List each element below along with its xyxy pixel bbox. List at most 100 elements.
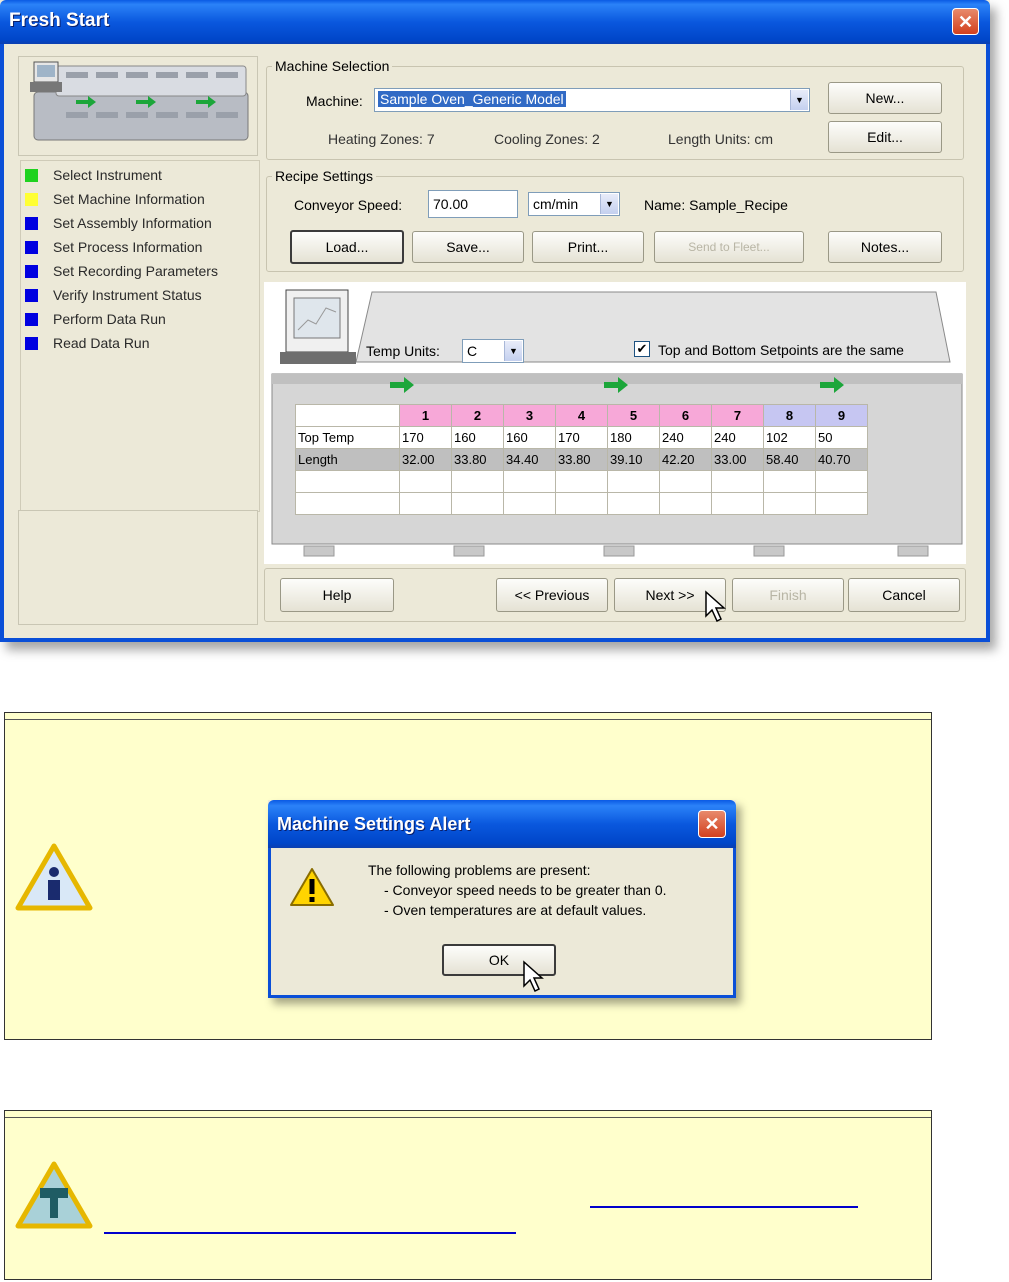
table-cell[interactable] — [815, 470, 868, 493]
table-cell[interactable]: 180 — [607, 426, 660, 449]
table-row: Length 32.00 33.80 34.40 33.80 39.10 42.… — [295, 448, 868, 471]
table-cell[interactable] — [399, 492, 452, 515]
table-cell[interactable] — [555, 492, 608, 515]
machine-label: Machine: — [306, 93, 363, 109]
table-cell[interactable]: 102 — [763, 426, 816, 449]
table-cell[interactable] — [815, 492, 868, 515]
table-cell[interactable]: 34.40 — [503, 448, 556, 471]
save-button[interactable]: Save... — [412, 231, 524, 263]
monitor-icon — [280, 289, 356, 364]
load-button[interactable]: Load... — [290, 230, 404, 264]
alert-line-1: The following problems are present: — [368, 862, 591, 878]
table-cell[interactable]: 32.00 — [399, 448, 452, 471]
row-label — [295, 492, 400, 515]
table-cell[interactable]: 39.10 — [607, 448, 660, 471]
table-cell[interactable] — [711, 470, 764, 493]
notes-button[interactable]: Notes... — [828, 231, 942, 263]
same-setpoints-checkbox[interactable]: ✔ — [634, 341, 650, 357]
mouse-pointer-icon — [523, 960, 544, 993]
table-cell[interactable]: 170 — [555, 426, 608, 449]
finish-button[interactable]: Finish — [732, 578, 844, 612]
table-cell[interactable]: 33.00 — [711, 448, 764, 471]
speed-units-select[interactable]: cm/min ▼ — [528, 192, 620, 216]
send-to-fleet-button[interactable]: Send to Fleet... — [654, 231, 804, 263]
zone-header: 6 — [659, 404, 712, 427]
zone-header: 8 — [763, 404, 816, 427]
step-status-icon — [25, 193, 38, 206]
reflow-oven-icon — [30, 61, 249, 141]
table-cell[interactable]: 33.80 — [451, 448, 504, 471]
zone-header: 1 — [399, 404, 452, 427]
edit-machine-button[interactable]: Edit... — [828, 121, 942, 153]
print-button[interactable]: Print... — [532, 231, 644, 263]
help-button[interactable]: Help — [280, 578, 394, 612]
link-underline[interactable] — [104, 1232, 516, 1234]
zone-header: 9 — [815, 404, 868, 427]
mouse-pointer-icon — [705, 590, 726, 623]
chevron-down-icon[interactable]: ▼ — [600, 194, 618, 214]
close-button[interactable]: ✕ — [952, 8, 979, 35]
table-cell[interactable] — [659, 492, 712, 515]
zone-header: 2 — [451, 404, 504, 427]
tip-note-box — [4, 1110, 932, 1280]
length-units-text: Length Units: cm — [668, 131, 774, 147]
speed-units-value: cm/min — [533, 196, 579, 212]
table-cell[interactable]: 240 — [659, 426, 712, 449]
previous-button[interactable]: << Previous — [496, 578, 608, 612]
alert-line-3: - Oven temperatures are at default value… — [384, 902, 647, 918]
recipe-name-text: Name: Sample_Recipe — [644, 197, 788, 213]
new-machine-button[interactable]: New... — [828, 82, 942, 114]
table-cell[interactable] — [763, 492, 816, 515]
machine-selection-legend: Machine Selection — [272, 58, 393, 74]
table-cell[interactable]: 240 — [711, 426, 764, 449]
table-cell[interactable] — [503, 470, 556, 493]
zone-header: 7 — [711, 404, 764, 427]
wizard-steps-list: Select Instrument Set Machine Informatio… — [20, 160, 260, 512]
divider — [5, 719, 931, 720]
table-cell[interactable]: 170 — [399, 426, 452, 449]
conveyor-speed-label: Conveyor Speed: — [294, 197, 403, 213]
table-cell[interactable] — [607, 492, 660, 515]
table-cell[interactable] — [503, 492, 556, 515]
alert-close-button[interactable]: ✕ — [698, 810, 726, 838]
machine-select[interactable]: Sample Oven_Generic Model ▼ — [374, 88, 810, 112]
cancel-button[interactable]: Cancel — [848, 578, 960, 612]
chevron-down-icon[interactable]: ▼ — [504, 341, 522, 361]
table-cell[interactable]: 40.70 — [815, 448, 868, 471]
fresh-start-window: Fresh Start ✕ Select Instrument Set Mach… — [0, 0, 990, 642]
table-cell[interactable] — [711, 492, 764, 515]
zone-header-row: 1 2 3 4 5 6 7 8 9 — [295, 404, 868, 427]
table-cell[interactable] — [555, 470, 608, 493]
table-cell[interactable]: 160 — [503, 426, 556, 449]
temp-units-label: Temp Units: — [366, 343, 440, 359]
same-setpoints-label: Top and Bottom Setpoints are the same — [658, 342, 904, 358]
table-corner-cell — [295, 404, 400, 427]
table-cell[interactable] — [451, 470, 504, 493]
step-status-icon — [25, 313, 38, 326]
table-cell[interactable] — [451, 492, 504, 515]
table-cell[interactable]: 50 — [815, 426, 868, 449]
step-status-icon — [25, 217, 38, 230]
table-cell[interactable] — [659, 470, 712, 493]
row-label: Length — [295, 448, 400, 471]
chevron-down-icon[interactable]: ▼ — [790, 90, 808, 110]
step-status-icon — [25, 241, 38, 254]
recipe-settings-legend: Recipe Settings — [272, 168, 377, 184]
conveyor-speed-input[interactable]: 70.00 — [428, 190, 518, 218]
step-status-icon — [25, 337, 38, 350]
table-cell[interactable] — [607, 470, 660, 493]
table-row — [295, 470, 868, 493]
table-cell[interactable] — [763, 470, 816, 493]
temp-units-select[interactable]: C ▼ — [462, 339, 524, 363]
table-cell[interactable]: 58.40 — [763, 448, 816, 471]
table-cell[interactable]: 33.80 — [555, 448, 608, 471]
title-bar[interactable] — [0, 0, 990, 44]
row-label — [295, 470, 400, 493]
heating-zones-text: Heating Zones: 7 — [328, 131, 435, 147]
table-row — [295, 492, 868, 515]
table-cell[interactable] — [399, 470, 452, 493]
table-cell[interactable]: 42.20 — [659, 448, 712, 471]
info-panel — [18, 510, 258, 625]
table-cell[interactable]: 160 — [451, 426, 504, 449]
link-underline[interactable] — [590, 1206, 858, 1208]
